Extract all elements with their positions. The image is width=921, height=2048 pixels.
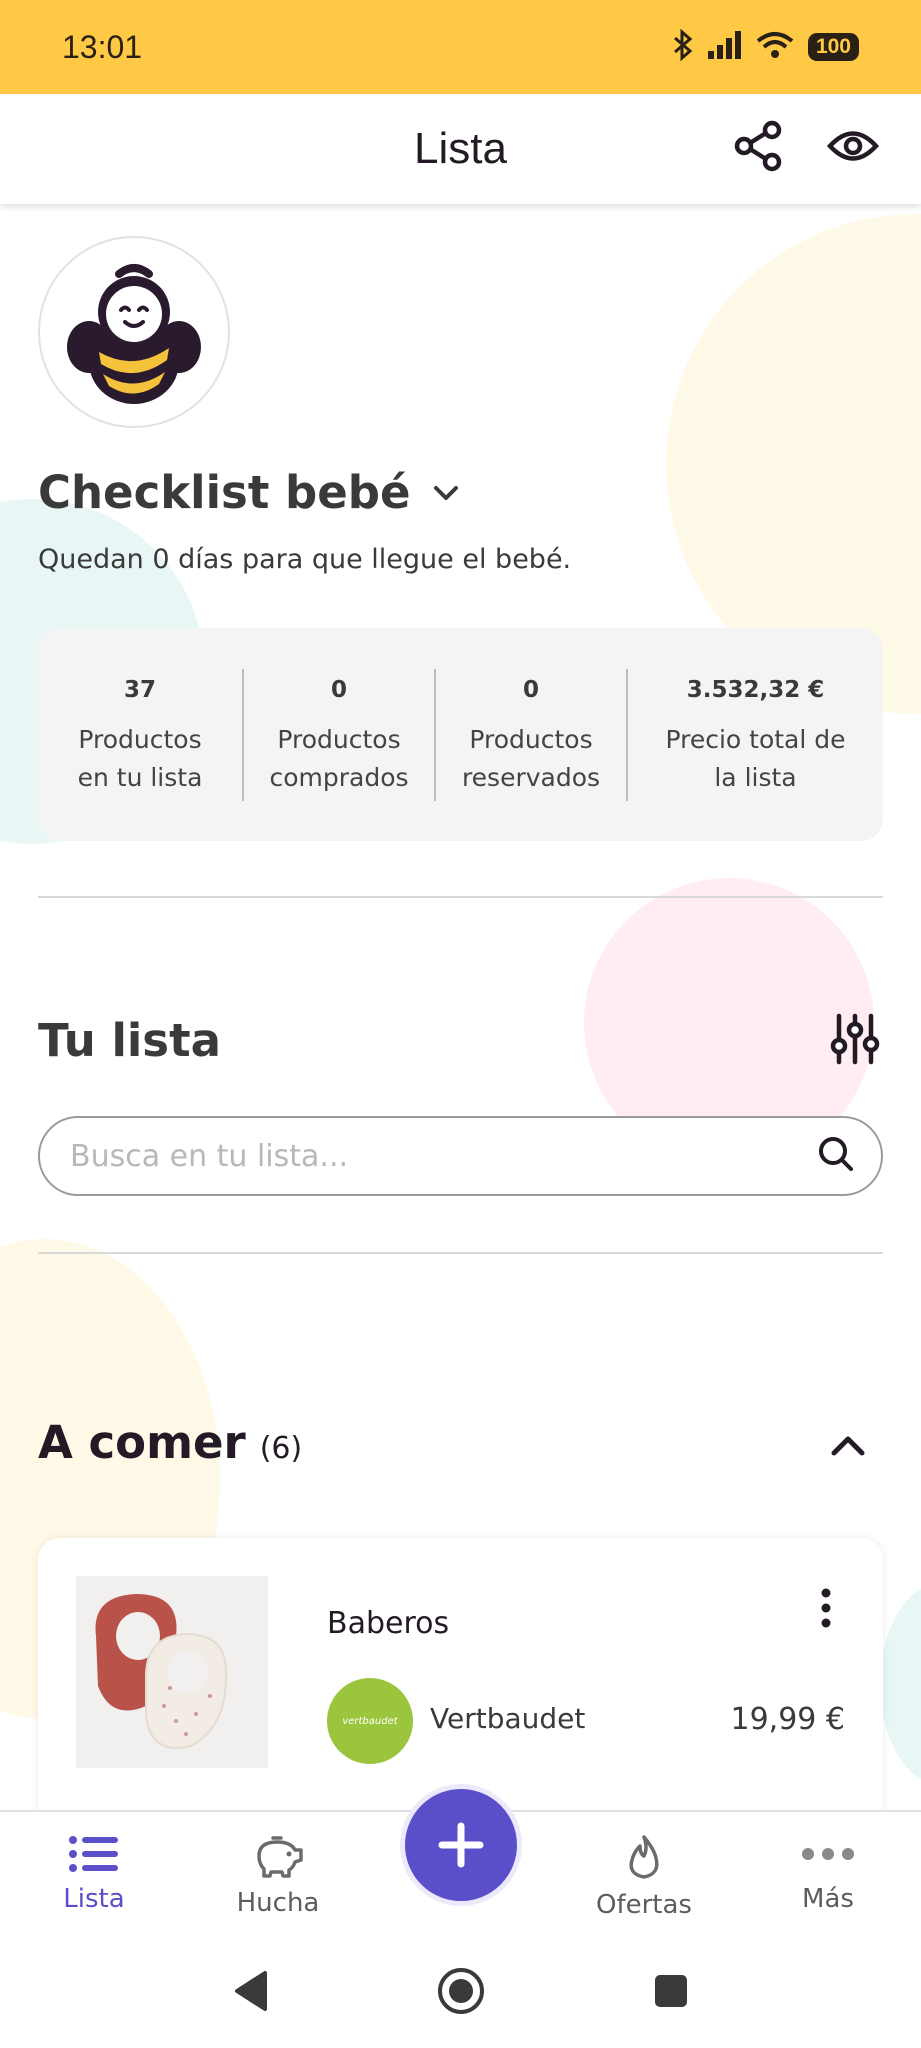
list-title: Checklist bebé	[38, 466, 411, 519]
stat-products-reserved: 0 Productos reservados	[434, 668, 626, 801]
stat-value: 0	[330, 676, 347, 703]
more-dots-icon	[802, 1848, 854, 1860]
category-count: (6)	[259, 1431, 303, 1466]
stat-products-purchased: 0 Productos comprados	[242, 668, 434, 801]
chevron-up-icon	[831, 1436, 865, 1456]
divider	[38, 1252, 883, 1254]
share-button[interactable]	[727, 114, 791, 178]
decorative-blob	[880, 1584, 921, 1784]
flame-icon	[629, 1835, 659, 1879]
home-circle-icon	[437, 1968, 484, 2014]
product-card[interactable]: Baberos vertbaudet Vertbaudet 19,99 €	[38, 1538, 883, 1810]
signal-icon	[707, 31, 742, 63]
eye-icon	[826, 131, 880, 161]
nav-item-lista[interactable]: Lista	[19, 1812, 169, 1936]
stat-label: Productos en tu lista	[77, 724, 203, 792]
stats-card: 37 Productos en tu lista 0 Productos compr…	[38, 628, 883, 841]
system-recents-button[interactable]	[641, 1961, 701, 2021]
nav-item-ofertas[interactable]: Ofertas	[569, 1812, 719, 1936]
chevron-down-icon	[434, 485, 459, 500]
system-back-button[interactable]	[221, 1961, 281, 2021]
back-triangle-icon	[234, 1971, 267, 2011]
category-name: A comer	[38, 1416, 246, 1469]
product-options-button[interactable]	[804, 1578, 848, 1638]
recents-square-icon	[654, 1975, 687, 2007]
header-actions	[727, 114, 885, 178]
piggy-bank-icon	[257, 1836, 303, 1878]
wifi-icon	[756, 31, 794, 63]
nav-item-hucha[interactable]: Hucha	[203, 1812, 353, 1936]
main-content[interactable]: Checklist bebé Quedan 0 días para que ll…	[0, 204, 921, 1810]
bibs-image	[76, 1576, 268, 1768]
store-name: Vertbaudet	[430, 1702, 586, 1735]
status-time: 13:01	[62, 28, 143, 65]
sliders-icon	[830, 1013, 880, 1065]
stat-label: Productos comprados	[269, 724, 409, 792]
category-header[interactable]: A comer (6)	[38, 1416, 302, 1469]
search-input[interactable]	[70, 1138, 817, 1174]
status-icons: 100	[672, 28, 859, 65]
app-header: Lista	[0, 94, 921, 204]
divider	[38, 896, 883, 898]
plus-icon	[438, 1822, 484, 1868]
stat-label: Precio total de la lista	[665, 724, 846, 792]
stat-value: 3.532,32 €	[686, 676, 825, 703]
stat-total-price: 3.532,32 € Precio total de la lista	[626, 668, 883, 801]
section-title: Tu lista	[38, 1014, 221, 1067]
add-product-button[interactable]	[400, 1784, 522, 1906]
product-price: 19,99 €	[730, 1702, 845, 1737]
nav-label: Más	[802, 1884, 854, 1914]
system-home-button[interactable]	[431, 1961, 491, 2021]
search-icon[interactable]	[817, 1135, 855, 1177]
stat-products-in-list: 37 Productos en tu lista	[38, 669, 242, 801]
list-icon	[69, 1836, 118, 1872]
baby-bee-icon	[67, 264, 201, 404]
preview-button[interactable]	[821, 114, 885, 178]
share-icon	[734, 120, 782, 172]
nav-label: Lista	[63, 1884, 125, 1914]
search-box	[38, 1116, 883, 1196]
filter-button[interactable]	[820, 1004, 890, 1074]
nav-label: Hucha	[236, 1888, 320, 1918]
list-selector[interactable]: Checklist bebé	[38, 466, 460, 519]
due-date-text: Quedan 0 días para que llegue el bebé.	[38, 544, 572, 575]
more-vertical-icon	[821, 1588, 831, 1628]
stat-value: 37	[123, 676, 156, 703]
stat-label: Productos reservados	[461, 724, 601, 792]
battery-indicator: 100	[807, 33, 859, 61]
list-avatar[interactable]	[38, 236, 230, 428]
status-bar: 13:01 100	[0, 0, 921, 94]
product-name: Baberos	[327, 1606, 450, 1641]
collapse-category-button[interactable]	[820, 1418, 876, 1474]
page-title: Lista	[414, 124, 507, 173]
nav-label: Ofertas	[596, 1890, 692, 1920]
store-logo: vertbaudet	[327, 1678, 413, 1764]
stat-value: 0	[522, 676, 539, 703]
system-nav	[0, 1934, 921, 2048]
bluetooth-icon	[672, 28, 694, 65]
product-image[interactable]	[76, 1576, 268, 1768]
nav-item-mas[interactable]: Más	[753, 1812, 903, 1936]
